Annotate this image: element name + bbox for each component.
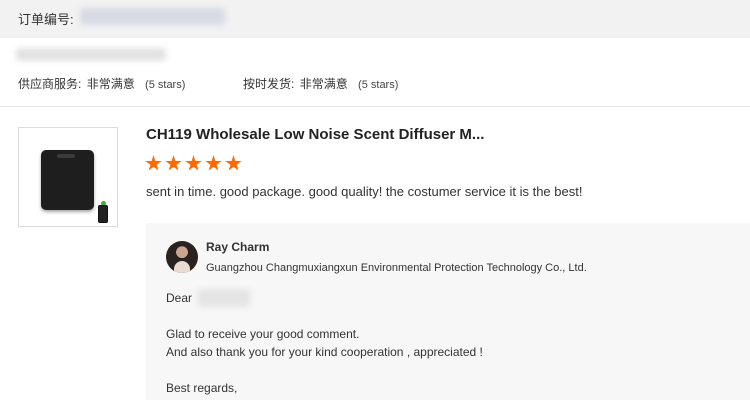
phone-icon [98, 205, 108, 223]
review-comment: sent in time. good package. good quality… [146, 184, 583, 199]
supplier-reply-box: Ray Charm Guangzhou Changmuxiangxun Envi… [146, 223, 750, 400]
product-thumbnail[interactable] [18, 127, 118, 227]
supplier-service-rating: 供应商服务: 非常满意 (5 stars) [18, 75, 185, 92]
replier-avatar [166, 241, 198, 273]
star-icon [225, 155, 242, 171]
diffuser-device-image [41, 150, 94, 210]
rating-value: 非常满意 [299, 77, 348, 91]
rating-label: 供应商服务: [18, 77, 82, 91]
replier-company: Guangzhou Changmuxiangxun Environmental … [206, 262, 587, 274]
rating-value: 非常满意 [86, 77, 135, 91]
rating-stars-text: (5 stars) [358, 79, 399, 91]
recipient-redacted [198, 289, 250, 307]
order-number-label: 订单编号: [18, 12, 74, 27]
reply-text-line: Glad to receive your good comment. [166, 327, 360, 341]
star-icon [145, 155, 162, 171]
star-icon [205, 155, 222, 171]
product-title-link[interactable]: CH119 Wholesale Low Noise Scent Diffuser… [146, 126, 484, 143]
order-number-bar: 订单编号: [0, 0, 750, 38]
order-number-redacted [80, 8, 225, 25]
star-icon [185, 155, 202, 171]
order-meta: 供应商服务: 非常满意 (5 stars) 按时发货: 非常满意 (5 star… [0, 38, 750, 107]
rating-label: 按时发货: [243, 77, 295, 91]
star-icon [165, 155, 182, 171]
product-star-rating [145, 155, 242, 172]
redacted-text [16, 48, 166, 61]
on-time-shipping-rating: 按时发货: 非常满意 (5 stars) [243, 75, 398, 92]
reply-text-line: And also thank you for your kind coopera… [166, 345, 483, 359]
reply-greeting: Dear [166, 291, 193, 305]
replier-name: Ray Charm [206, 240, 270, 254]
reply-sign-off: Best regards, [166, 381, 238, 395]
rating-stars-text: (5 stars) [145, 79, 186, 91]
